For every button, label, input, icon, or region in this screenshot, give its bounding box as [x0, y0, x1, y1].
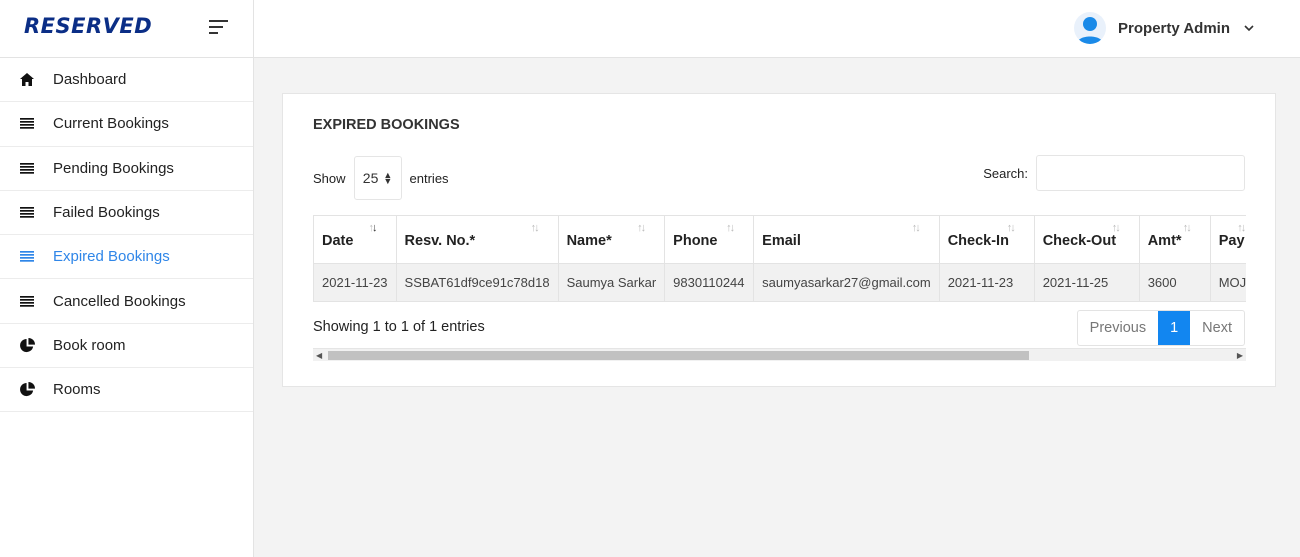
table-cell: 9830110244	[664, 263, 755, 302]
entries-value: 25	[362, 170, 379, 186]
column-header-label: Resv. No.*	[404, 233, 476, 249]
pie-chart-icon	[19, 337, 35, 352]
entries-label: entries	[409, 170, 449, 186]
list-icon	[19, 206, 35, 220]
table-cell: MOJO	[1210, 263, 1246, 302]
sidebar-item-label: Expired Bookings	[53, 248, 170, 266]
sidebar-item-cancelled-bookings[interactable]: Cancelled Bookings	[0, 279, 253, 324]
expired-bookings-card: EXPIRED BOOKINGS Show 25 ▲ ▼ entries Sear…	[282, 93, 1276, 387]
column-header[interactable]: Amt* ↑↓	[1139, 215, 1211, 264]
scroll-right-icon[interactable]: ▶	[1237, 351, 1243, 360]
sort-icon: ↑↓	[530, 222, 540, 234]
logo[interactable]: RESERVED	[24, 14, 152, 38]
table-cell: 2021-11-25	[1034, 263, 1140, 302]
select-arrows-icon: ▲ ▼	[383, 170, 393, 186]
scrollbar-thumb[interactable]	[328, 351, 1029, 360]
table-cell: 2021-11-23	[939, 263, 1035, 302]
column-header-label: Check-Out	[1042, 233, 1117, 249]
column-header-label: Date	[322, 233, 354, 249]
list-icon	[19, 294, 35, 308]
sidebar-item-label: Current Bookings	[53, 115, 169, 133]
user-name: Property Admin	[1118, 19, 1230, 37]
column-header[interactable]: Name* ↑↓	[558, 215, 666, 264]
top-bar: Property Admin	[254, 0, 1300, 58]
sidebar-item-book-room[interactable]: Book room	[0, 324, 253, 369]
column-header[interactable]: Phone ↑↓	[664, 215, 755, 264]
previous-button[interactable]: Previous	[1078, 311, 1158, 345]
entries-length-control: Show 25 ▲ ▼ entries	[313, 156, 449, 200]
sidebar-item-label: Failed Bookings	[53, 204, 160, 222]
pie-chart-icon	[19, 382, 35, 397]
sidebar-item-expired-bookings[interactable]: Expired Bookings	[0, 235, 253, 280]
sidebar-item-dashboard[interactable]: Dashboard	[0, 58, 253, 103]
table-cell: Saumya Sarkar	[558, 263, 666, 302]
chevron-down-icon	[1244, 25, 1254, 32]
sidebar-nav: Dashboard Current Bookings Pending Booking…	[0, 58, 253, 413]
card-title: EXPIRED BOOKINGS	[313, 117, 460, 133]
column-header[interactable]: Check-In ↑↓	[939, 215, 1035, 264]
avatar	[1074, 12, 1107, 44]
column-header[interactable]: Resv. No.* ↑↓	[396, 215, 559, 264]
sidebar-item-label: Cancelled Bookings	[53, 292, 186, 310]
column-header-label: Phone	[673, 233, 718, 249]
column-header[interactable]: Pay Id↑↓	[1210, 215, 1246, 264]
sort-icon: ↑↓	[637, 222, 646, 234]
sort-icon: ↑↓	[368, 222, 378, 234]
search-control: Search:	[983, 155, 1245, 191]
bookings-table: Date ↑↓ Resv. No.* ↑↓ Name* ↑↓ Phone ↑↓ Email ↑↓ C…	[313, 215, 1246, 302]
brand-bar: RESERVED	[0, 0, 253, 58]
table-cell: 2021-11-23	[313, 263, 397, 302]
scroll-left-icon[interactable]: ◀	[316, 351, 322, 360]
sidebar-item-rooms[interactable]: Rooms	[0, 368, 253, 413]
sort-icon: ↑↓	[1237, 222, 1246, 234]
entries-select[interactable]: 25 ▲ ▼	[353, 156, 402, 200]
sidebar-item-label: Book room	[53, 336, 126, 354]
column-header-label: Email	[762, 233, 801, 249]
search-input[interactable]	[1036, 155, 1245, 191]
pagination: Previous 1 Next	[1076, 310, 1245, 346]
horizontal-scrollbar[interactable]: ◀ ▶	[313, 348, 1246, 361]
sidebar-item-label: Dashboard	[53, 71, 127, 89]
sidebar-item-current-bookings[interactable]: Current Bookings	[0, 102, 253, 147]
column-header-label: Name*	[566, 233, 612, 249]
user-menu[interactable]: Property Admin	[1074, 12, 1254, 44]
list-icon	[19, 161, 35, 175]
list-icon	[19, 117, 35, 131]
table-header-row: Date ↑↓ Resv. No.* ↑↓ Name* ↑↓ Phone ↑↓ Email ↑↓ C…	[313, 215, 1246, 264]
table-wrapper: Date ↑↓ Resv. No.* ↑↓ Name* ↑↓ Phone ↑↓ Email ↑↓ C…	[313, 215, 1246, 302]
column-header-label: Check-In	[947, 233, 1009, 249]
column-header[interactable]: Email ↑↓	[753, 215, 940, 264]
sidebar: RESERVED Dashboard Current Bookings Pendin…	[0, 0, 254, 557]
list-icon	[19, 250, 35, 264]
sort-icon: ↑↓	[1006, 222, 1016, 234]
sort-icon: ↑↓	[726, 222, 735, 234]
table-cell: 3600	[1139, 263, 1211, 302]
show-label: Show	[313, 170, 346, 186]
page-1-button[interactable]: 1	[1158, 311, 1191, 345]
sidebar-item-failed-bookings[interactable]: Failed Bookings	[0, 191, 253, 236]
sidebar-item-pending-bookings[interactable]: Pending Bookings	[0, 147, 253, 191]
table-cell: SSBAT61df9ce91c78d18	[396, 263, 559, 302]
column-header[interactable]: Check-Out ↑↓	[1034, 215, 1140, 264]
next-button[interactable]: Next	[1190, 311, 1244, 345]
home-icon	[19, 73, 35, 87]
search-label: Search:	[983, 165, 1028, 181]
column-header-label: Amt*	[1147, 233, 1182, 249]
column-header[interactable]: Date ↑↓	[313, 215, 397, 264]
sort-icon: ↑↓	[911, 222, 921, 234]
menu-toggle-icon[interactable]	[209, 20, 229, 36]
table-cell: saumyasarkar27@gmail.com	[753, 263, 940, 302]
table-row[interactable]: 2021-11-23 SSBAT61df9ce91c78d18 Saumya Sar…	[313, 263, 1246, 302]
sidebar-item-label: Rooms	[53, 381, 101, 399]
column-header-label: Pay Id	[1218, 233, 1246, 249]
table-info: Showing 1 to 1 of 1 entries	[313, 319, 485, 335]
sort-icon: ↑↓	[1182, 222, 1192, 234]
table-body: 2021-11-23 SSBAT61df9ce91c78d18 Saumya Sar…	[313, 263, 1246, 302]
sidebar-item-label: Pending Bookings	[53, 159, 174, 177]
sort-icon: ↑↓	[1111, 222, 1121, 234]
